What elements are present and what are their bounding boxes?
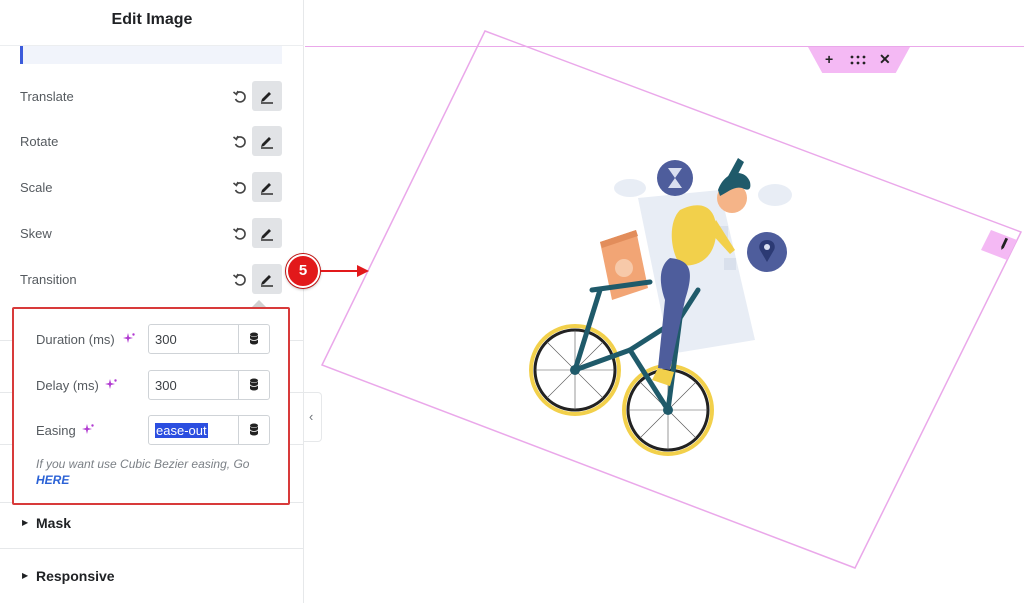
row-rotate: Rotate xyxy=(20,126,282,158)
plus-icon[interactable]: + xyxy=(825,51,833,67)
row-transition: Transition xyxy=(20,264,282,296)
delay-value: 300 xyxy=(155,378,177,393)
delay-input[interactable]: 300 xyxy=(148,370,270,400)
widget-edit-handle[interactable] xyxy=(981,230,1017,260)
previous-input-field[interactable] xyxy=(20,46,282,64)
callout-arrow-icon xyxy=(321,265,369,277)
database-icon xyxy=(249,423,259,436)
row-scale: Scale xyxy=(20,172,282,204)
transition-edit-button[interactable] xyxy=(252,264,282,294)
easing-label: Easing xyxy=(36,423,76,438)
scale-label: Scale xyxy=(20,180,53,195)
sparkle-icon[interactable] xyxy=(81,423,95,437)
row-skew: Skew xyxy=(20,218,282,250)
easing-control: Easing ease-out xyxy=(36,415,270,445)
here-link[interactable]: HERE xyxy=(36,472,276,488)
chevron-left-icon: ‹ xyxy=(309,409,314,424)
section-mask[interactable]: ▶ Mask xyxy=(0,502,304,548)
skew-edit-button[interactable] xyxy=(252,218,282,248)
section-responsive[interactable]: ▶ Responsive xyxy=(0,548,304,603)
scale-edit-button[interactable] xyxy=(252,172,282,202)
duration-label: Duration (ms) xyxy=(36,332,115,347)
reset-icon[interactable] xyxy=(232,134,248,150)
reset-icon[interactable] xyxy=(232,226,248,242)
caret-right-icon: ▶ xyxy=(22,571,29,580)
translate-edit-button[interactable] xyxy=(252,81,282,111)
translate-label: Translate xyxy=(20,89,74,104)
easing-input[interactable]: ease-out xyxy=(148,415,270,445)
panel-title: Edit Image xyxy=(0,0,304,46)
pencil-icon xyxy=(261,275,273,287)
rotate-edit-button[interactable] xyxy=(252,126,282,156)
collapse-panel-button[interactable]: ‹ xyxy=(304,392,322,442)
step-callout-badge: 5 xyxy=(286,254,320,288)
reset-icon[interactable] xyxy=(232,272,248,288)
drag-handle-icon[interactable] xyxy=(850,55,866,65)
dynamic-tags-button[interactable] xyxy=(238,325,269,353)
pencil-icon xyxy=(261,229,273,241)
transition-label: Transition xyxy=(20,272,77,287)
database-icon xyxy=(249,332,259,345)
duration-value: 300 xyxy=(155,332,177,347)
cyclist-illustration xyxy=(529,158,792,456)
caret-right-icon: ▶ xyxy=(22,518,29,527)
row-translate: Translate xyxy=(20,81,282,113)
mask-section-label: Mask xyxy=(36,515,72,531)
popover-arrow xyxy=(252,300,266,307)
pencil-icon xyxy=(261,92,273,104)
widget-toolbar: + ✕ xyxy=(808,47,910,73)
duration-control: Duration (ms) 300 xyxy=(36,324,270,354)
easing-value: ease-out xyxy=(155,423,208,438)
database-icon xyxy=(249,378,259,391)
reset-icon[interactable] xyxy=(232,89,248,105)
note-text: If you want use Cubic Bezier easing, Go xyxy=(36,457,250,471)
responsive-section-label: Responsive xyxy=(36,568,115,584)
cubic-bezier-note: If you want use Cubic Bezier easing, Go … xyxy=(36,456,276,488)
duration-input[interactable]: 300 xyxy=(148,324,270,354)
sparkle-icon[interactable] xyxy=(122,332,136,346)
delay-label: Delay (ms) xyxy=(36,378,99,393)
delay-control: Delay (ms) 300 xyxy=(36,370,270,400)
dynamic-tags-button[interactable] xyxy=(238,371,269,399)
skew-label: Skew xyxy=(20,226,52,241)
transition-popover: Duration (ms) 300 Delay (ms) 300 Easing … xyxy=(12,307,290,505)
rotate-label: Rotate xyxy=(20,134,59,149)
pencil-icon xyxy=(261,137,273,149)
dynamic-tags-button[interactable] xyxy=(238,416,269,444)
pencil-icon xyxy=(261,183,273,195)
sparkle-icon[interactable] xyxy=(104,378,118,392)
reset-icon[interactable] xyxy=(232,180,248,196)
close-icon[interactable]: ✕ xyxy=(879,51,891,68)
